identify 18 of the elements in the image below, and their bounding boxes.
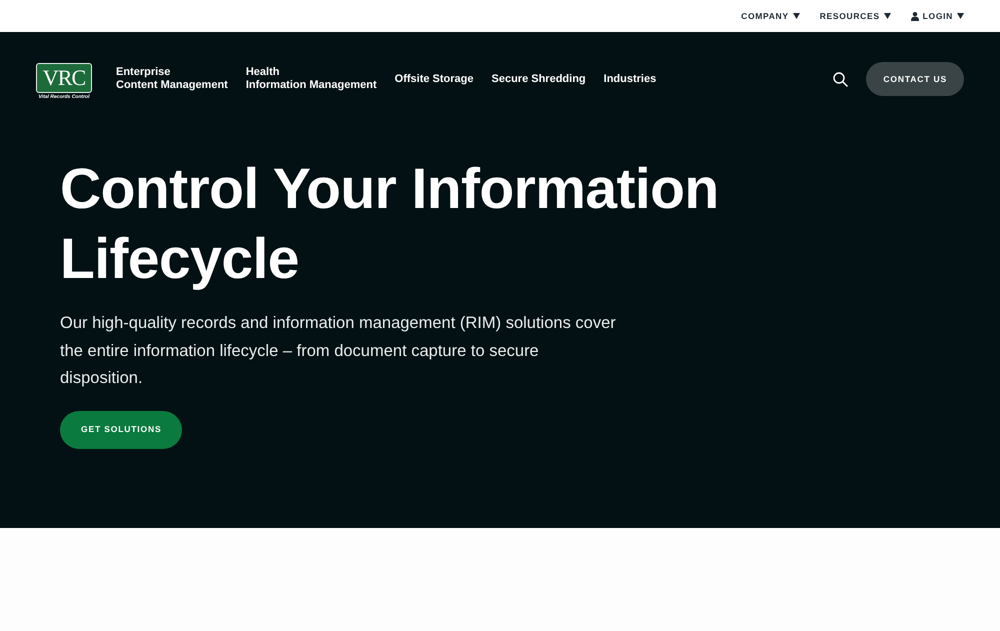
- logo-badge[interactable]: VRC: [36, 62, 92, 92]
- hero-description: Our high-quality records and information management (RIM) solutions cover the entire information lifecycle – from document capture to secure disposition.: [60, 313, 617, 389]
- search-icon[interactable]: [833, 72, 848, 86]
- nav-link[interactable]: Enterprise Content Management: [116, 66, 228, 92]
- caret-icon: [957, 13, 964, 19]
- hero-title: Control Your Information Lifecycle: [60, 156, 720, 293]
- caret-icon: [884, 13, 891, 19]
- top-menu-link[interactable]: RESOURCES: [820, 10, 891, 22]
- nav-link[interactable]: Industries: [604, 72, 656, 86]
- caret-icon: [792, 13, 800, 19]
- contact-button[interactable]: CONTACT US: [866, 62, 964, 96]
- get-solutions-button[interactable]: GET SOLUTIONS: [60, 410, 182, 448]
- top-menu-link[interactable]: COMPANY: [741, 10, 800, 22]
- top-menu-link[interactable]: LOGIN: [910, 10, 964, 22]
- nav-link[interactable]: Offsite Storage: [394, 72, 474, 86]
- nav-link[interactable]: Health Information Management: [246, 66, 377, 92]
- user-icon: [910, 12, 919, 20]
- nav-link[interactable]: Secure Shredding: [492, 72, 586, 86]
